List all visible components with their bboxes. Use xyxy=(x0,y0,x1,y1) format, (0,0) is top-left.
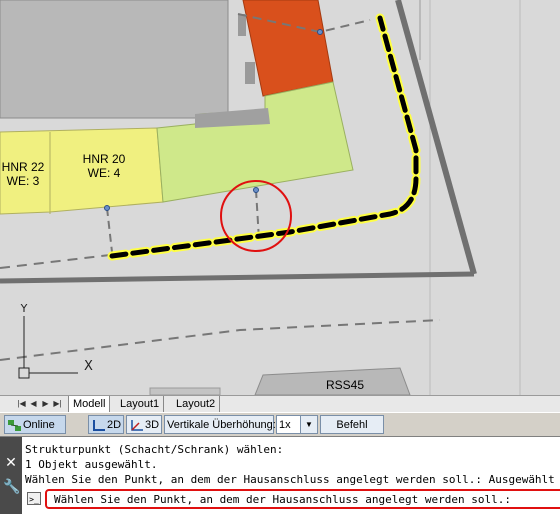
view-3d-label: 3D xyxy=(145,419,160,431)
last-tab-nav-icon[interactable]: ▶| xyxy=(52,398,63,410)
exaggeration-value: 1x xyxy=(279,419,291,431)
layout-tabs-bar: |◀ ◀ ▶ ▶| Modell Layout1 Layout2 xyxy=(0,395,560,413)
status-bar: Online 2D 3D Vertikale Überhöhung: 1x ▼ … xyxy=(0,412,560,437)
ucs-icon: Y X xyxy=(18,302,93,379)
command-prompt-icon: >_ xyxy=(27,492,41,505)
svg-text:Y: Y xyxy=(20,302,28,315)
view-3d-button[interactable]: 3D xyxy=(126,415,162,434)
tab-modell[interactable]: Modell xyxy=(68,396,111,413)
building-orange xyxy=(242,0,334,97)
command-prompt-text: Wählen Sie den Punkt, an dem der Hausans… xyxy=(54,493,511,506)
command-button[interactable]: Befehl xyxy=(320,415,384,434)
command-history-line: Wählen Sie den Punkt, an dem der Hausans… xyxy=(25,473,555,486)
online-button[interactable]: Online xyxy=(4,415,66,434)
first-tab-nav-icon[interactable]: |◀ xyxy=(16,398,27,410)
command-history-line: 1 Objekt ausgewählt. xyxy=(25,458,158,471)
label-hnr20: HNR 20 WE: 4 xyxy=(82,152,126,180)
svg-text:X: X xyxy=(84,359,93,374)
label-rss45: RSS45 xyxy=(326,378,365,392)
map-drawing: Y X xyxy=(0,0,521,395)
exaggeration-label-box: Vertikale Überhöhung: xyxy=(164,415,276,434)
prev-tab-nav-icon[interactable]: ◀ xyxy=(28,398,39,410)
tab-layout2[interactable]: Layout2 xyxy=(172,396,221,412)
exaggeration-label: Vertikale Überhöhung: xyxy=(167,419,276,431)
view-2d-label: 2D xyxy=(107,419,122,431)
exaggeration-select[interactable]: 1x ▼ xyxy=(276,415,318,434)
command-button-label: Befehl xyxy=(336,419,368,431)
command-line-panel: ✕ 🔧 Strukturpunkt (Schacht/Schrank) wähl… xyxy=(0,436,560,514)
close-icon[interactable]: ✕ xyxy=(3,455,19,471)
next-tab-nav-icon[interactable]: ▶ xyxy=(40,398,51,410)
online-icon xyxy=(7,418,23,433)
wrench-icon[interactable]: 🔧 xyxy=(3,479,20,495)
command-panel-sidebar: ✕ 🔧 xyxy=(0,437,22,514)
command-history-line: Strukturpunkt (Schacht/Schrank) wählen: xyxy=(25,443,284,456)
view-2d-button[interactable]: 2D xyxy=(88,415,124,434)
command-input[interactable]: Wählen Sie den Punkt, an dem der Hausans… xyxy=(45,489,560,509)
2d-view-icon xyxy=(91,418,107,433)
building-gray xyxy=(0,0,229,119)
label-hnr22: HNR 22 WE: 3 xyxy=(1,160,45,188)
drawing-canvas[interactable]: Y X HNR 22 WE: 3 HNR 20 WE: 4 RSS45 xyxy=(0,0,560,395)
3d-view-icon xyxy=(129,418,145,433)
command-input-row[interactable]: >_ Wählen Sie den Punkt, an dem der Haus… xyxy=(25,489,560,509)
tab-layout1[interactable]: Layout1 xyxy=(116,396,165,412)
chevron-down-icon[interactable]: ▼ xyxy=(300,416,317,433)
online-label: Online xyxy=(23,419,55,431)
